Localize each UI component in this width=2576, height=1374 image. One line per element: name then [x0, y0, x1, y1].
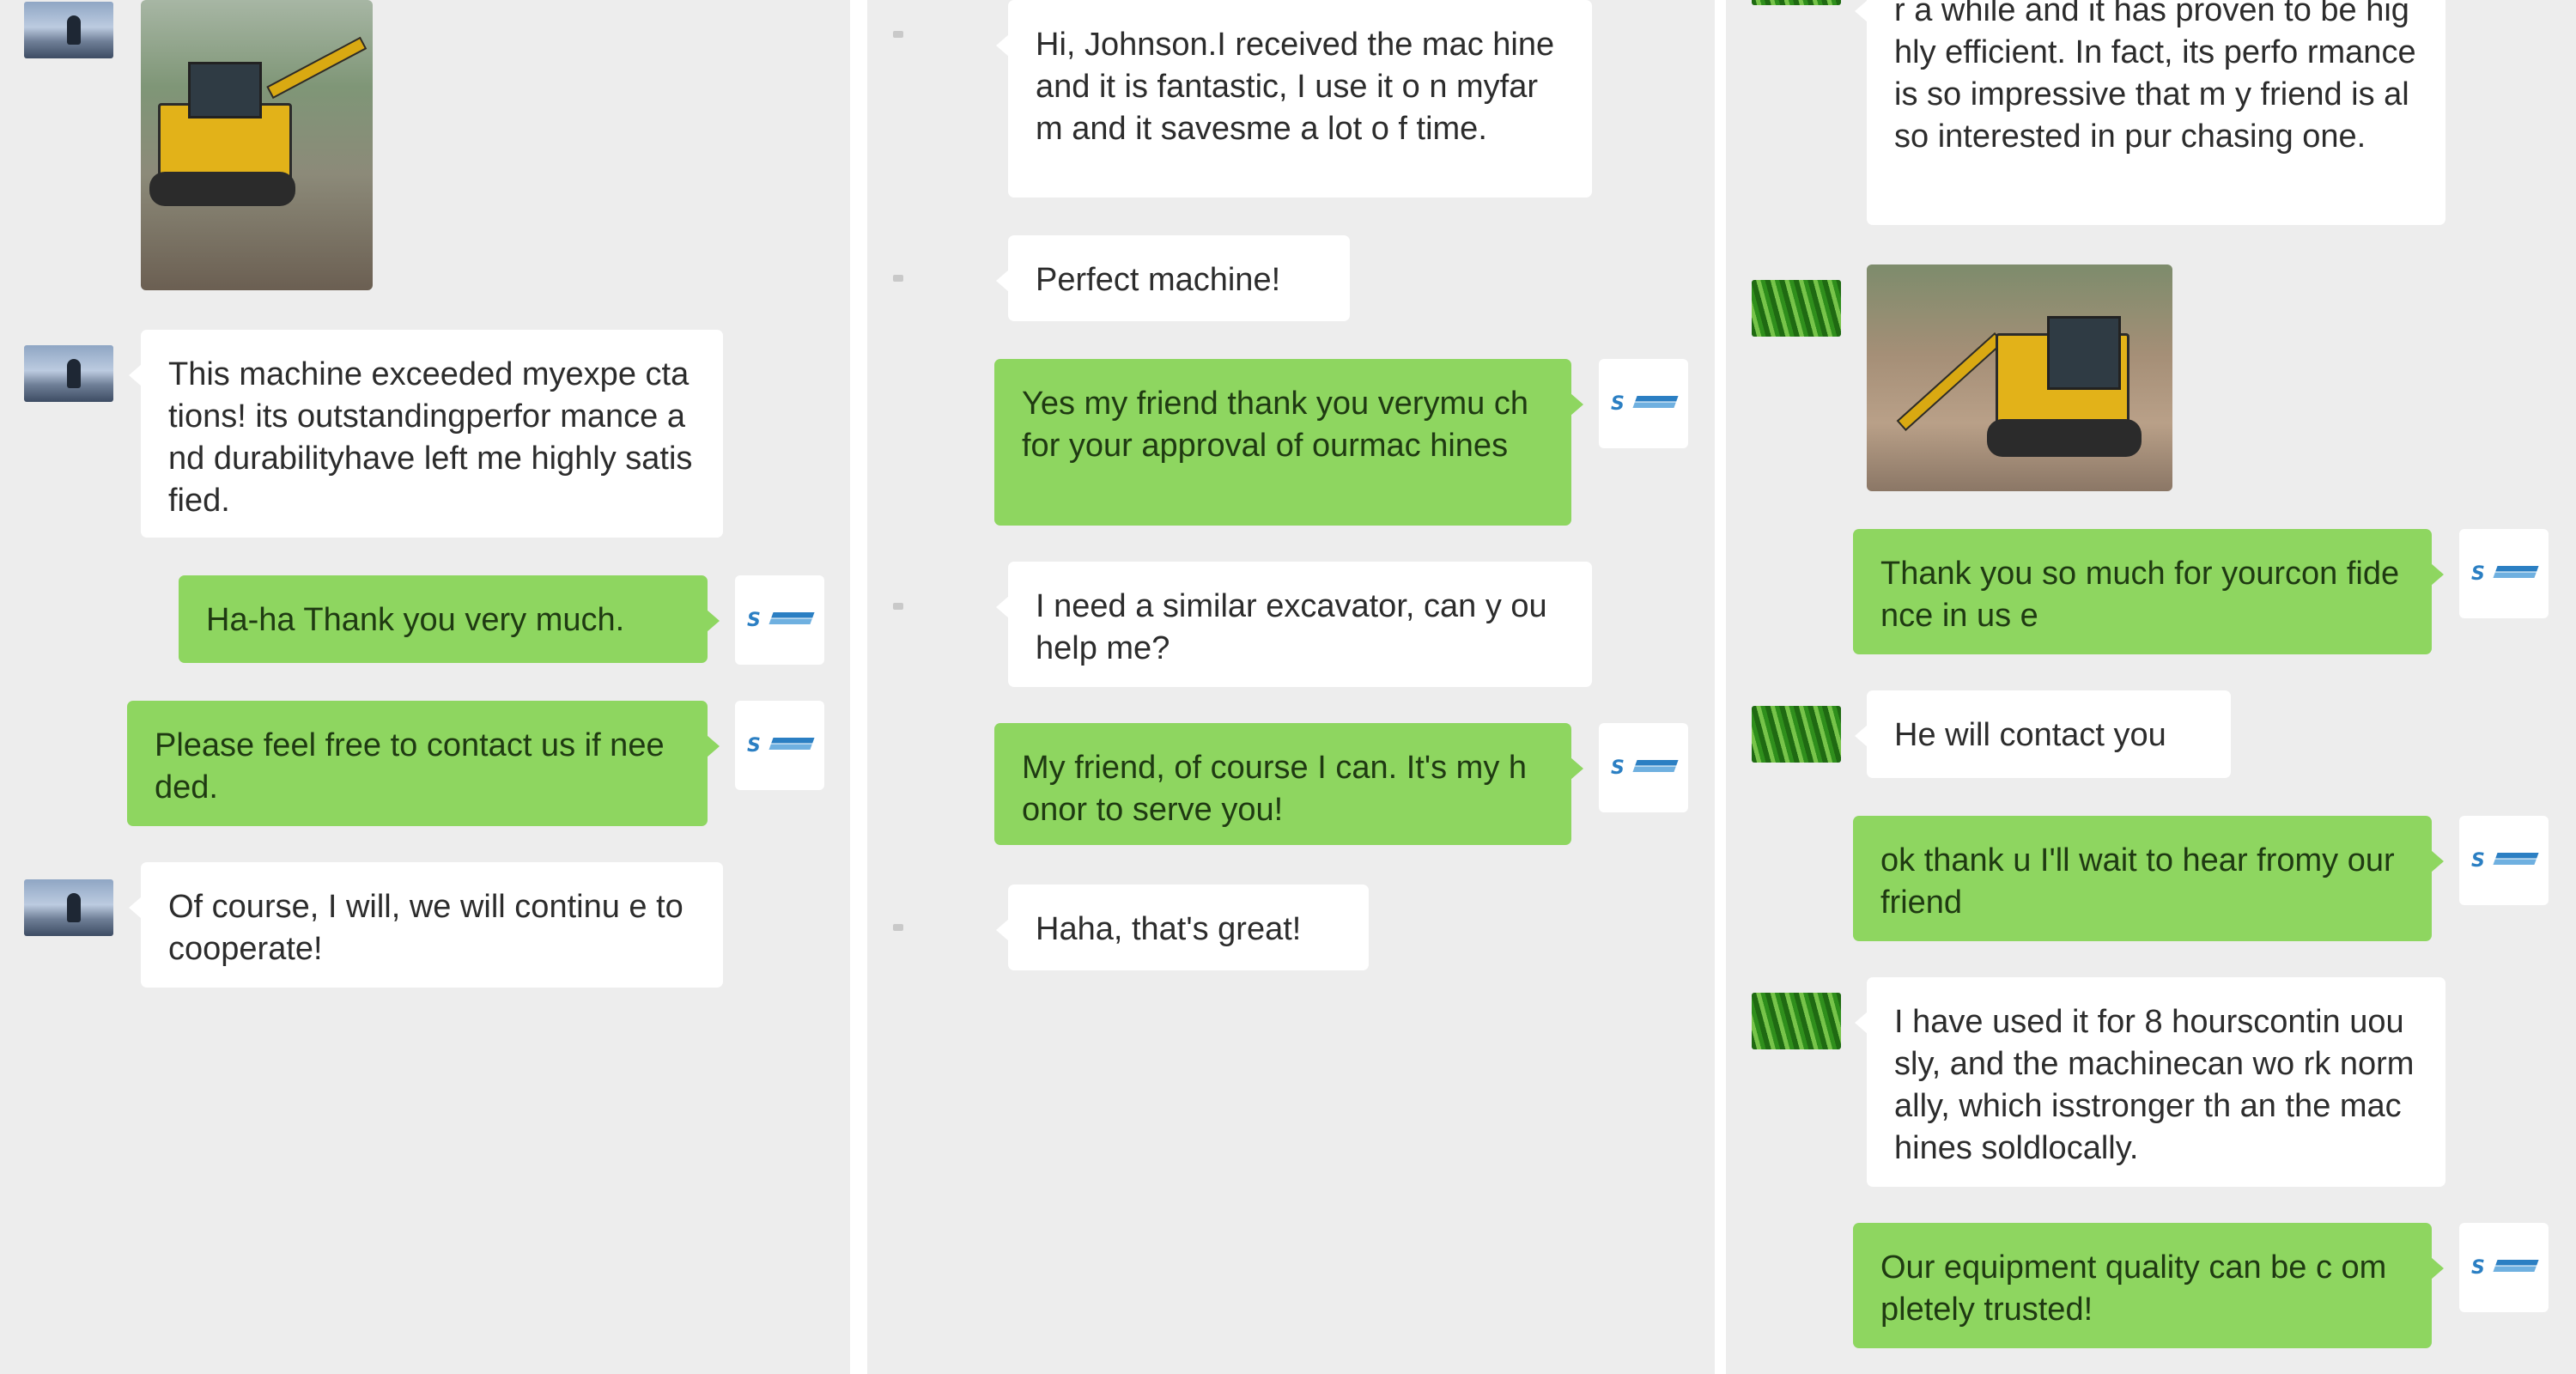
message-bubble-outgoing[interactable]: Our equipment quality can be c ompletely…: [1853, 1223, 2444, 1348]
message-bubble-incoming[interactable]: r a while and it has proven to be highly…: [1855, 0, 2445, 225]
seller-logo-avatar[interactable]: S: [1599, 723, 1688, 812]
customer-avatar[interactable]: [24, 345, 113, 402]
seller-logo-avatar[interactable]: S: [1599, 359, 1688, 448]
customer-avatar[interactable]: [1752, 280, 1841, 337]
message-bubble-outgoing[interactable]: Ha-ha Thank you very much.: [179, 575, 720, 663]
message-bubble-incoming[interactable]: Of course, I will, we will continu e to …: [129, 862, 723, 988]
message-bubble-incoming[interactable]: I need a similar excavator, can y ou hel…: [996, 562, 1592, 687]
customer-avatar[interactable]: [893, 924, 903, 931]
customer-avatar[interactable]: [1752, 0, 1841, 5]
excavator-photo[interactable]: [1867, 264, 2172, 491]
message-bubble-outgoing[interactable]: Yes my friend thank you verymu ch for yo…: [994, 359, 1583, 526]
excavator-photo[interactable]: [141, 0, 373, 290]
message-bubble-incoming[interactable]: Perfect machine!: [996, 235, 1350, 321]
customer-avatar[interactable]: [893, 31, 903, 38]
chat-panel-3: r a while and it has proven to be highly…: [1726, 0, 2576, 1374]
seller-logo-avatar[interactable]: S: [2459, 1223, 2549, 1312]
message-bubble-incoming[interactable]: I have used it for 8 hourscontin uously,…: [1855, 977, 2445, 1187]
seller-logo-avatar[interactable]: S: [735, 701, 824, 790]
seller-logo-avatar[interactable]: S: [2459, 816, 2549, 905]
seller-logo-avatar[interactable]: S: [735, 575, 824, 665]
customer-avatar[interactable]: [24, 2, 113, 58]
message-bubble-outgoing[interactable]: My friend, of course I can. It's my hono…: [994, 723, 1583, 845]
message-bubble-outgoing[interactable]: Please feel free to contact us if needed…: [127, 701, 720, 826]
customer-avatar[interactable]: [24, 879, 113, 936]
message-bubble-incoming[interactable]: Hi, Johnson.I received the mac hineand i…: [996, 0, 1592, 198]
message-bubble-outgoing[interactable]: Thank you so much for yourcon fidence in…: [1853, 529, 2444, 654]
chat-panel-2: Hi, Johnson.I received the mac hineand i…: [867, 0, 1715, 1374]
message-bubble-outgoing[interactable]: ok thank u I'll wait to hear fromy our f…: [1853, 816, 2444, 941]
message-bubble-incoming[interactable]: Haha, that's great!: [996, 885, 1369, 970]
customer-avatar[interactable]: [1752, 706, 1841, 763]
message-bubble-incoming[interactable]: He will contact you: [1855, 690, 2231, 778]
customer-avatar[interactable]: [893, 275, 903, 282]
chat-panel-1: This machine exceeded myexpe ctations! i…: [0, 0, 850, 1374]
message-bubble-incoming[interactable]: This machine exceeded myexpe ctations! i…: [129, 330, 723, 538]
seller-logo-avatar[interactable]: S: [2459, 529, 2549, 618]
customer-avatar[interactable]: [1752, 993, 1841, 1049]
customer-avatar[interactable]: [893, 603, 903, 610]
